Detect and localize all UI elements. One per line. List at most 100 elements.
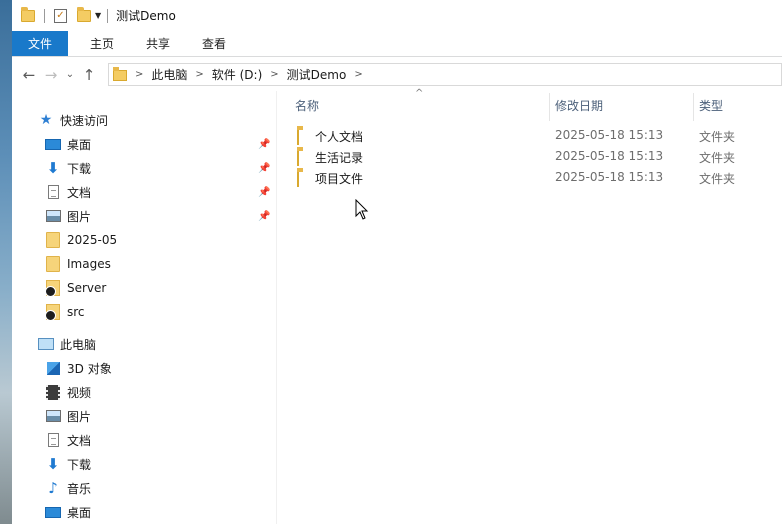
chevron-right-icon[interactable]: >: [135, 69, 143, 80]
video-icon: [46, 384, 60, 400]
tab-home[interactable]: 主页: [74, 31, 130, 56]
nav-label: 2025-05: [67, 233, 118, 247]
folder-icon: [297, 171, 299, 187]
nav-item-pc-downloads[interactable]: ⬇ 下载: [12, 452, 276, 476]
breadcrumb-current-folder[interactable]: 测试Demo: [287, 66, 347, 83]
table-row[interactable]: 项目文件 2025-05-18 15:13 文件夹: [277, 167, 782, 188]
nav-item-pc-pictures[interactable]: 图片: [12, 404, 276, 428]
nav-item-pc-documents[interactable]: 文档: [12, 428, 276, 452]
folder-icon: [297, 129, 299, 145]
nav-label: Images: [67, 257, 111, 271]
desktop-icon: [45, 138, 61, 150]
nav-item-documents[interactable]: 文档 📌: [12, 180, 276, 204]
nav-item-videos[interactable]: 视频: [12, 380, 276, 404]
pictures-icon: [45, 410, 61, 422]
up-arrow-icon[interactable]: ↑: [78, 66, 100, 84]
column-divider[interactable]: [693, 93, 694, 121]
table-row[interactable]: 个人文档 2025-05-18 15:13 文件夹: [277, 125, 782, 146]
folder-icon: [297, 150, 299, 166]
breadcrumb-this-pc[interactable]: 此电脑: [151, 66, 187, 83]
folder-icon: [46, 232, 60, 248]
file-name: 项目文件: [315, 172, 364, 186]
nav-label: 下载: [67, 457, 92, 472]
file-name: 生活记录: [315, 151, 364, 165]
tab-share[interactable]: 共享: [130, 31, 186, 56]
file-list[interactable]: ^ 名称 修改日期 类型 个人文档 2025-05-18 15:13 文件夹 生…: [277, 88, 782, 524]
file-date: 2025-05-18 15:13: [555, 128, 664, 142]
navigation-bar: ← → ⌄ ↑ > 此电脑 > 软件 (D:) > 测试Demo >: [12, 57, 782, 92]
nav-label: Server: [67, 281, 107, 295]
nav-item-3d-objects[interactable]: 3D 对象: [12, 356, 276, 380]
nav-item-music[interactable]: ♪ 音乐: [12, 476, 276, 500]
column-headers: 名称 修改日期 类型: [277, 93, 782, 121]
mouse-pointer-icon: [355, 199, 369, 220]
star-icon: ★: [39, 112, 53, 128]
nav-label: 桌面: [67, 505, 92, 520]
network-folder-icon: [45, 280, 60, 297]
pictures-icon: [45, 210, 61, 222]
pin-icon[interactable]: 📌: [258, 211, 270, 222]
nav-label: src: [67, 305, 85, 319]
desktop-icon: [45, 506, 61, 518]
back-arrow-icon[interactable]: ←: [18, 66, 40, 84]
pin-icon[interactable]: 📌: [258, 163, 270, 174]
network-folder-icon: [45, 304, 60, 321]
nav-item-desktop[interactable]: 桌面 📌: [12, 132, 276, 156]
title-bar: ✓ ▼ 测试Demo: [12, 0, 782, 31]
file-date: 2025-05-18 15:13: [555, 170, 664, 184]
pin-icon[interactable]: 📌: [258, 187, 270, 198]
address-bar[interactable]: > 此电脑 > 软件 (D:) > 测试Demo >: [108, 63, 782, 86]
column-divider[interactable]: [549, 93, 550, 121]
file-type: 文件夹: [699, 172, 736, 186]
file-name: 个人文档: [315, 130, 364, 144]
toolbar-divider: [107, 8, 109, 23]
nav-label: 文档: [67, 185, 92, 200]
music-icon: ♪: [48, 479, 58, 497]
chevron-right-icon[interactable]: >: [270, 69, 278, 80]
nav-quick-access[interactable]: ★ 快速访问: [12, 108, 276, 132]
folder-icon: [46, 256, 60, 272]
nav-item-pictures[interactable]: 图片 📌: [12, 204, 276, 228]
document-icon: [47, 185, 59, 199]
forward-arrow-icon[interactable]: →: [40, 66, 62, 84]
nav-item-images[interactable]: Images: [12, 252, 276, 276]
nav-this-pc[interactable]: 此电脑: [12, 332, 276, 356]
nav-label: 快速访问: [60, 113, 109, 128]
content-area: ★ 快速访问 桌面 📌 ⬇ 下载 📌 文档 📌 图片 📌 2025-05 Ima…: [12, 88, 782, 524]
column-header-date[interactable]: 修改日期: [555, 97, 603, 115]
properties-icon[interactable]: ✓: [54, 8, 67, 23]
nav-label: 音乐: [67, 481, 92, 496]
customize-toolbar-dropdown-icon[interactable]: ▼: [95, 11, 101, 20]
3d-objects-icon: [46, 361, 60, 375]
computer-icon: [38, 338, 54, 350]
column-header-type[interactable]: 类型: [699, 97, 723, 115]
nav-label: 文档: [67, 433, 92, 448]
nav-item-src[interactable]: src: [12, 300, 276, 324]
download-icon: ⬇: [46, 455, 60, 473]
file-type: 文件夹: [699, 130, 736, 144]
new-folder-icon[interactable]: [77, 6, 91, 22]
recent-locations-chevron-icon[interactable]: ⌄: [62, 69, 78, 80]
nav-item-server[interactable]: Server: [12, 276, 276, 300]
nav-item-downloads[interactable]: ⬇ 下载 📌: [12, 156, 276, 180]
nav-label: 图片: [67, 209, 92, 224]
column-header-name[interactable]: 名称: [295, 97, 319, 115]
nav-label: 图片: [67, 409, 92, 424]
file-type: 文件夹: [699, 151, 736, 165]
chevron-right-icon[interactable]: >: [354, 69, 362, 80]
nav-label: 3D 对象: [67, 361, 112, 376]
table-row[interactable]: 生活记录 2025-05-18 15:13 文件夹: [277, 146, 782, 167]
window-title: 测试Demo: [116, 9, 176, 23]
nav-item-2025-05[interactable]: 2025-05: [12, 228, 276, 252]
navigation-pane[interactable]: ★ 快速访问 桌面 📌 ⬇ 下载 📌 文档 📌 图片 📌 2025-05 Ima…: [12, 91, 277, 524]
chevron-right-icon[interactable]: >: [195, 69, 203, 80]
download-icon: ⬇: [46, 159, 60, 177]
tab-file[interactable]: 文件: [12, 31, 68, 56]
quick-access-folder-icon[interactable]: [21, 6, 35, 22]
document-icon: [47, 433, 59, 447]
nav-item-pc-desktop[interactable]: 桌面: [12, 500, 276, 524]
pin-icon[interactable]: 📌: [258, 139, 270, 150]
tab-view[interactable]: 查看: [186, 31, 242, 56]
nav-label: 桌面: [67, 137, 92, 152]
breadcrumb-drive-d[interactable]: 软件 (D:): [212, 66, 262, 83]
